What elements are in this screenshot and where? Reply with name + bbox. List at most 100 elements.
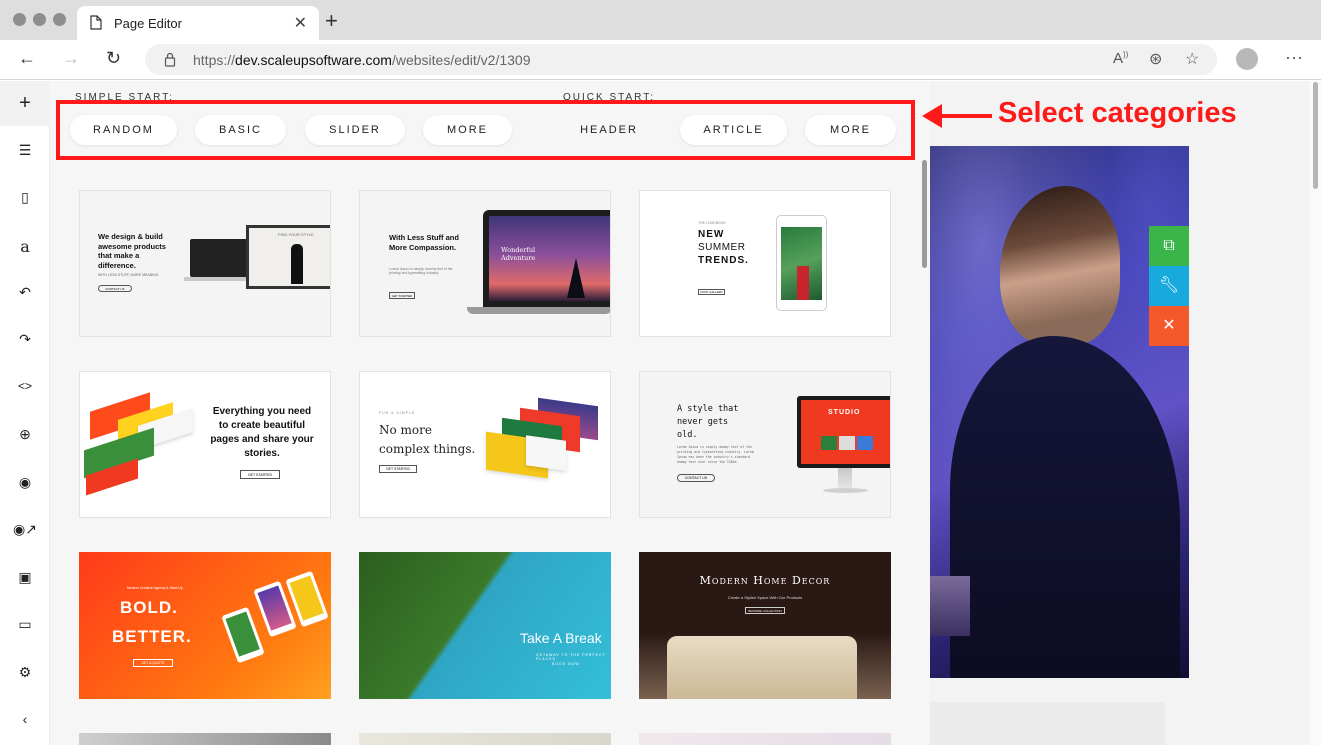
template-line1: NEW	[698, 229, 725, 240]
add-block-button[interactable]: +	[0, 81, 50, 126]
window-minimize-button[interactable]	[33, 13, 46, 26]
reload-icon[interactable]: ↻	[106, 48, 121, 69]
template-button: GET A QUOTE	[133, 659, 173, 667]
duplicate-icon[interactable]: ⧉	[1149, 226, 1189, 266]
callout-text: Select categories	[998, 97, 1237, 129]
browser-toolbar: ← → ↻ https://dev.scaleupsoftware.com/we…	[0, 40, 1321, 80]
template-button: CONTACT US	[98, 285, 132, 292]
template-headline: No more complex things.	[379, 423, 476, 456]
editor-rail: + ☰ ▯ a ↶ ↷ <> ⊕ ◉ ◉↗ ▣ ▭ ⚙ ‹	[0, 81, 50, 745]
font-icon[interactable]: a	[0, 237, 50, 256]
monitor-image: FIND YOUR STYLE	[246, 225, 330, 289]
callout-arrow-icon	[922, 104, 992, 128]
window-close-button[interactable]	[13, 13, 26, 26]
template-card-2[interactable]: With Less Stuff and More Compassion. Lor…	[359, 190, 611, 337]
template-headline: We design & build awesome products that …	[98, 232, 166, 270]
panel-scroll-thumb[interactable]	[922, 160, 927, 268]
callout-highlight-box	[56, 100, 915, 160]
tab-title: Page Editor	[114, 16, 182, 31]
zoom-icon[interactable]: ⊕	[0, 426, 50, 443]
template-button: BOOK NOW	[552, 662, 580, 666]
template-card-9[interactable]: Modern Home Decor Create a Stylish Space…	[639, 552, 891, 699]
page-icon[interactable]: ▯	[0, 189, 50, 206]
monitor-image: STUDIO	[797, 396, 890, 468]
template-subtext: Create a Stylish Space With Our Products	[727, 595, 803, 600]
preview-block	[930, 702, 1165, 745]
template-headline: Take A Break	[520, 630, 602, 646]
forward-icon[interactable]: →	[62, 48, 80, 69]
template-card-10[interactable]	[79, 733, 331, 745]
stacked-pages-image	[80, 392, 198, 496]
settings-icon[interactable]: ⚙	[0, 664, 50, 681]
monitor-stand	[838, 468, 852, 488]
template-line2: SUMMER	[698, 242, 746, 253]
template-card-5[interactable]: FUN & SIMPLE No more complex things. GET…	[359, 371, 611, 518]
template-headline: Everything you need to create beautiful …	[210, 406, 314, 459]
template-headline: Modern Home Decor	[699, 574, 831, 587]
laptop-base	[467, 307, 610, 314]
template-overline: Modern Creative Agency & Start-Up	[127, 586, 183, 590]
lock-icon	[164, 52, 176, 67]
template-panel: SIMPLE START: QUICK START: RANDOM BASIC …	[50, 81, 930, 745]
sofa-image	[667, 636, 857, 699]
template-card-11[interactable]	[359, 733, 611, 745]
template-subtext: Lorem Ipsum is simply dummy text of the …	[677, 445, 754, 464]
preview-external-icon[interactable]: ◉↗	[0, 521, 50, 538]
stacked-slides-image	[480, 397, 608, 482]
back-icon[interactable]: ←	[18, 48, 36, 69]
tracking-prevention-icon[interactable]: ⊛	[1149, 49, 1162, 69]
template-button: GET STARTED	[389, 292, 415, 299]
window-zoom-button[interactable]	[53, 13, 66, 26]
template-card-7[interactable]: Modern Creative Agency & Start-Up BOLD. …	[79, 552, 331, 699]
template-button: GET STARTED	[240, 470, 280, 479]
new-tab-button[interactable]: +	[325, 8, 338, 34]
template-subtext: Lorem Ipsum is simply dummy text of the …	[389, 267, 453, 275]
address-bar[interactable]: https://dev.scaleupsoftware.com/websites…	[145, 44, 1217, 75]
read-aloud-icon[interactable]: A))	[1113, 50, 1128, 67]
template-card-3[interactable]: THE LOOKBOOK NEW SUMMER TRENDS. LOOK GAL…	[639, 190, 891, 337]
page-icon	[90, 15, 102, 30]
template-line2: BETTER.	[112, 627, 192, 646]
laptop-image: Wonderful Adventure	[483, 210, 610, 307]
phone-image	[776, 215, 827, 311]
template-card-1[interactable]: We design & build awesome products that …	[79, 190, 331, 337]
template-card-4[interactable]: Everything you need to create beautiful …	[79, 371, 331, 518]
wrench-icon[interactable]: 🔧︎	[1149, 266, 1189, 306]
template-headline: With Less Stuff and More Compassion.	[389, 233, 459, 252]
more-menu-icon[interactable]: ···	[1285, 47, 1303, 68]
close-icon[interactable]: ✕	[1149, 306, 1189, 346]
undo-icon[interactable]: ↶	[0, 284, 50, 301]
template-overline: THE LOOKBOOK	[698, 221, 726, 225]
template-line1: BOLD.	[120, 598, 178, 617]
template-card-8[interactable]: Take A Break GETAWAY TO THE PERFECT PLAC…	[359, 552, 611, 699]
template-subtext: GETAWAY TO THE PERFECT PLACES	[536, 653, 606, 661]
redo-icon[interactable]: ↷	[0, 331, 50, 348]
template-button: LOOK GALLERY	[698, 289, 725, 295]
template-button: GET STARTED	[379, 465, 417, 473]
template-card-6[interactable]: A style that never gets old. Lorem Ipsum…	[639, 371, 891, 518]
browser-tab[interactable]: Page Editor ✕	[77, 6, 319, 40]
collapse-icon[interactable]: ‹	[0, 711, 50, 727]
monitor-foot	[823, 488, 868, 493]
glassware	[930, 576, 970, 636]
favorites-add-icon[interactable]: ☆	[1185, 49, 1199, 69]
template-subtext: WITH LESS STUFF, MORE MEANING	[98, 273, 159, 277]
template-line3: TRENDS.	[698, 255, 749, 266]
menu-icon[interactable]: ☰	[0, 142, 50, 159]
template-headline: A style that never gets old.	[677, 404, 739, 440]
template-button: CONTACT US	[677, 474, 715, 482]
url-text: https://dev.scaleupsoftware.com/websites…	[193, 52, 531, 68]
profile-avatar[interactable]	[1236, 48, 1258, 70]
save-icon[interactable]: ▣	[0, 569, 50, 586]
app-window: Page Editor ✕ + ← → ↻ https://dev.scaleu…	[0, 0, 1321, 745]
clipboard-icon[interactable]: ▭	[0, 616, 50, 633]
eye-icon[interactable]: ◉	[0, 474, 50, 491]
code-icon[interactable]: <>	[0, 379, 50, 393]
template-button: BROWSE COLLECTION	[745, 607, 785, 614]
tab-close-icon[interactable]: ✕	[294, 13, 307, 33]
template-card-12[interactable]	[639, 733, 891, 745]
tab-bar: Page Editor ✕ +	[0, 0, 1321, 40]
template-overline: FUN & SIMPLE	[379, 411, 416, 415]
laptop-image	[190, 239, 250, 277]
page-scroll-thumb[interactable]	[1313, 82, 1318, 189]
